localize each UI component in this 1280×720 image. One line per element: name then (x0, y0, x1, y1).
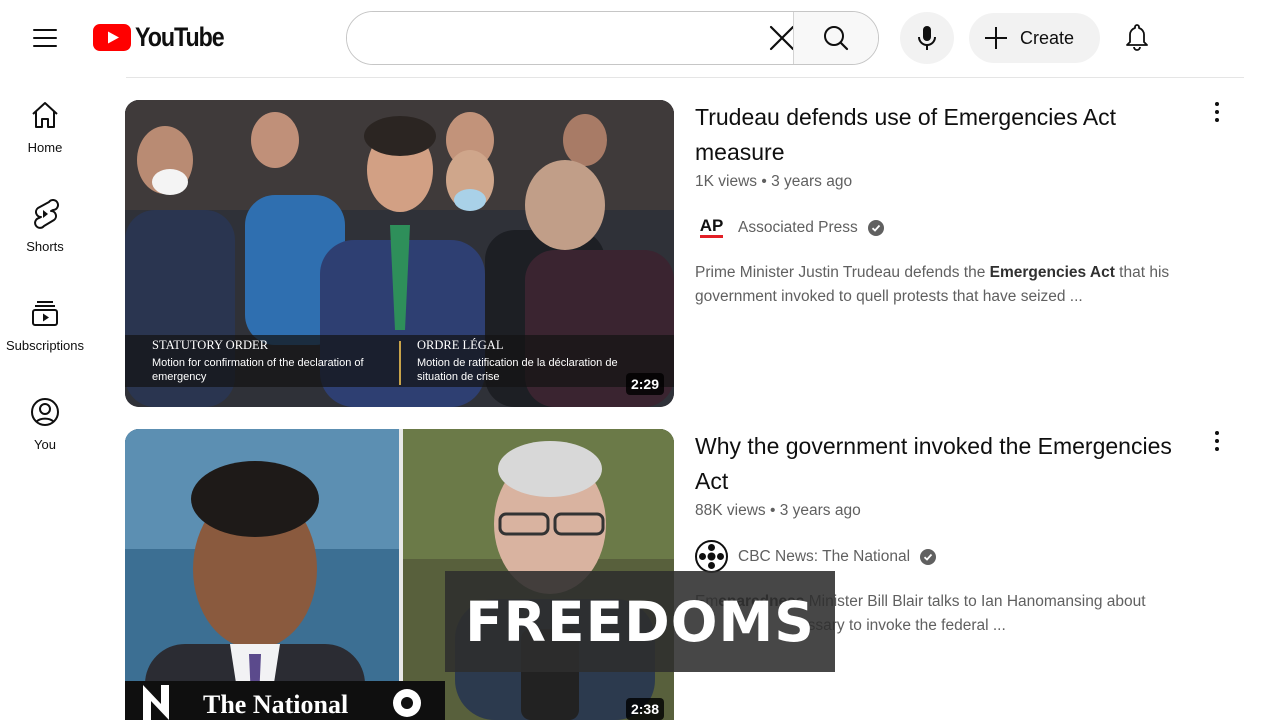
sidebar-item-subscriptions[interactable]: Subscriptions (0, 286, 90, 385)
sidebar: Home Shorts Subscriptions You (0, 88, 90, 484)
sidebar-item-label: Subscriptions (5, 338, 85, 353)
overlay-caption-text: FREEDOMS (465, 589, 815, 654)
video-title[interactable]: Why the government invoked the Emergenci… (695, 429, 1175, 499)
sidebar-item-shorts[interactable]: Shorts (0, 187, 90, 286)
microphone-icon (918, 26, 936, 50)
shorts-icon (34, 199, 59, 229)
search-input[interactable] (347, 12, 769, 64)
upload-age: 3 years ago (779, 502, 861, 519)
upload-age: 3 years ago (771, 173, 853, 190)
view-count: 88K views (695, 502, 766, 519)
caption-right-title: ORDRE LÉGAL (417, 338, 504, 352)
channel-link[interactable]: CBC News: The National (695, 540, 937, 573)
thumbnail-brand-text: The National (203, 690, 349, 719)
duration-badge: 2:29 (625, 373, 664, 395)
channel-name: CBC News: The National (738, 547, 911, 565)
video-thumbnail[interactable]: STATUTORY ORDER Motion for confirmation … (125, 100, 674, 407)
youtube-logo[interactable]: YouTube (93, 22, 238, 53)
sidebar-item-label: You (34, 437, 56, 452)
sidebar-item-you[interactable]: You (0, 385, 90, 484)
video-meta: 1K views • 3 years ago (695, 173, 852, 191)
svg-text:AP: AP (700, 216, 724, 235)
description-text: Minister Bill Blair talks to Ian Hanoman… (804, 593, 1146, 610)
meta-separator: • (769, 502, 780, 519)
you-icon (31, 398, 59, 426)
home-icon (32, 102, 58, 128)
logo-text: YouTube (135, 22, 225, 52)
ap-avatar: AP (695, 211, 728, 244)
video-description: Prime Minister Justin Trudeau defends th… (695, 261, 1240, 309)
thumbnail-caption-right: ORDRE LÉGAL Motion de ratification de la… (417, 338, 647, 384)
more-options-icon[interactable] (1203, 427, 1231, 455)
description-text: Prime Minister Justin Trudeau defends th… (695, 264, 990, 281)
header-divider (126, 77, 1244, 78)
sidebar-item-label: Shorts (26, 239, 64, 254)
channel-name: Associated Press (738, 218, 858, 236)
menu-icon[interactable] (25, 18, 65, 58)
duration-badge: 2:38 (625, 698, 664, 720)
cbc-avatar (695, 540, 728, 573)
video-meta: 88K views • 3 years ago (695, 502, 861, 520)
channel-link[interactable]: AP Associated Press (695, 211, 884, 244)
video-overlay-caption: FREEDOMS (445, 571, 835, 672)
video-title[interactable]: Trudeau defends use of Emergencies Act m… (695, 100, 1175, 170)
view-count: 1K views (695, 173, 758, 190)
voice-search-button[interactable] (900, 12, 954, 64)
create-button[interactable]: Create (969, 13, 1100, 63)
create-label: Create (1020, 27, 1075, 48)
notifications-button[interactable] (1115, 15, 1159, 59)
search-box (346, 11, 879, 65)
sidebar-item-label: Home (27, 140, 63, 155)
subscriptions-icon (32, 301, 58, 326)
meta-separator: • (761, 173, 772, 190)
bell-icon (1126, 24, 1148, 51)
verified-icon (920, 548, 937, 565)
sidebar-item-home[interactable]: Home (0, 88, 90, 187)
caption-left-title: STATUTORY ORDER (152, 338, 269, 352)
thumbnail-caption-left: STATUTORY ORDER Motion for confirmation … (152, 338, 392, 384)
more-options-icon[interactable] (1203, 98, 1231, 126)
caption-right-text: Motion de ratification de la déclaration… (417, 357, 618, 383)
description-highlight: Emergencies Act (989, 264, 1115, 281)
top-bar: YouTube Create (0, 0, 1280, 76)
search-button[interactable] (793, 12, 878, 64)
clear-search-icon[interactable] (769, 12, 795, 64)
caption-left-text: Motion for confirmation of the declarati… (152, 357, 364, 383)
youtube-play-icon (93, 24, 131, 51)
plus-icon (985, 27, 1007, 49)
verified-icon (867, 219, 884, 236)
search-icon (824, 26, 849, 51)
